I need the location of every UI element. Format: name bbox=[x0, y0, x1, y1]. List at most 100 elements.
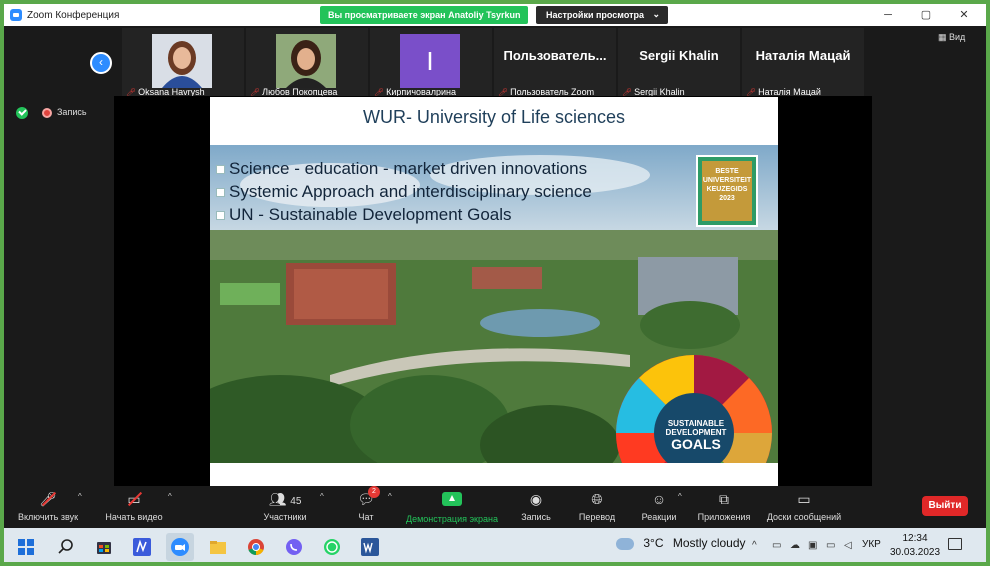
shared-screen: WUR- University of Life sciences Science… bbox=[114, 96, 872, 486]
apps-label: Приложения bbox=[697, 512, 751, 522]
badge-line: 2023 bbox=[719, 195, 735, 202]
zoom-app-icon bbox=[10, 9, 22, 21]
participants-options-caret[interactable]: ^ bbox=[320, 492, 324, 501]
chevron-up-icon[interactable]: ^ bbox=[752, 540, 757, 551]
weather-description: Mostly cloudy bbox=[672, 536, 746, 550]
reactions-button[interactable]: ☺︎ Реакции ^ bbox=[636, 490, 682, 522]
badge-line: UNIVERSITEIT bbox=[702, 177, 752, 184]
chrome-icon bbox=[248, 539, 264, 556]
sdg-line: SUSTAINABLE bbox=[667, 419, 725, 428]
chat-options-caret[interactable]: ^ bbox=[388, 492, 392, 501]
reactions-options-caret[interactable]: ^ bbox=[678, 492, 682, 501]
participant-display-name: Пользователь... bbox=[503, 48, 607, 63]
participants-icon: 👥︎ 45 bbox=[268, 491, 302, 507]
emoji-icon: ☺︎ bbox=[651, 491, 667, 507]
store-icon bbox=[97, 542, 111, 554]
slide-bullet: Systemic Approach and interdisciplinary … bbox=[216, 182, 592, 202]
taskbar-app-zoom[interactable] bbox=[166, 533, 194, 561]
view-button[interactable]: ▦ Вид bbox=[938, 32, 965, 43]
search-button[interactable] bbox=[52, 533, 80, 561]
meeting-toolbar: 🎤︎ Включить звук ^ ▭ Начать видео ^ 👥︎ 4… bbox=[4, 486, 986, 528]
participants-button[interactable]: 👥︎ 45 Участники ^ bbox=[252, 490, 324, 522]
battery-icon[interactable]: ▭ bbox=[826, 540, 835, 551]
windows-logo-icon bbox=[18, 539, 34, 555]
taskbar-app-word[interactable] bbox=[356, 533, 384, 561]
zoom-icon bbox=[171, 538, 189, 556]
windows-taskbar: 3°C Mostly cloudy ^ ▭ ☁︎ ▣ ▭ ◁ УКР 12:34… bbox=[4, 528, 986, 562]
taskbar-app-viber[interactable] bbox=[280, 533, 308, 561]
share-banner: Вы просматриваете экран Anatoliy Tsyrkun bbox=[320, 6, 529, 24]
view-options-dropdown[interactable]: Настройки просмотра ⌄ bbox=[536, 6, 668, 24]
participant-tile[interactable]: Sergii Khalin 🎤︎ Sergii Khalin bbox=[618, 28, 740, 98]
notification-icon[interactable] bbox=[948, 538, 962, 550]
slide-bullet: UN - Sustainable Development Goals bbox=[216, 205, 592, 225]
taskbar-app-whiteboard[interactable] bbox=[128, 533, 156, 561]
security-shield-icon[interactable] bbox=[16, 107, 28, 119]
language-indicator[interactable]: УКР bbox=[862, 539, 881, 550]
translate-button[interactable]: 🌐︎ Перевод bbox=[574, 490, 620, 522]
participant-tile[interactable]: 🎤︎ Любов Покопцева bbox=[246, 28, 368, 98]
sdg-text: SUSTAINABLE DEVELOPMENT GOALS bbox=[660, 419, 732, 451]
presentation-slide: WUR- University of Life sciences Science… bbox=[210, 97, 778, 486]
recording-label: Запись bbox=[57, 107, 87, 117]
sdg-goals: GOALS bbox=[671, 436, 721, 452]
participant-gallery: ‹ 🎤︎ Oksana Havrysh 🎤︎ Любов Покопцева I 🎤… bbox=[4, 26, 986, 98]
record-label: Запись bbox=[521, 512, 551, 522]
participant-tile[interactable]: Пользователь... 🎤︎ Пользователь Zoom bbox=[494, 28, 616, 98]
slide-bullet: Science - education - market driven inno… bbox=[216, 159, 592, 179]
participant-display-name: Наталія Мацай bbox=[755, 48, 851, 63]
participants-label: Участники bbox=[263, 512, 307, 522]
whiteboards-label: Доски сообщений bbox=[766, 512, 842, 522]
share-screen-button[interactable]: Демонстрация экрана bbox=[402, 490, 502, 524]
participant-tile[interactable]: Наталія Мацай 🎤︎ Наталія Мацай bbox=[742, 28, 864, 98]
onedrive-cloud-icon[interactable]: ☁︎ bbox=[790, 540, 800, 551]
record-button[interactable]: ◉ Запись bbox=[516, 490, 556, 522]
gallery-prev-button[interactable]: ‹ bbox=[90, 52, 112, 74]
start-video-button[interactable]: ▭ Начать видео ^ bbox=[96, 490, 172, 522]
slide-footer bbox=[210, 463, 778, 486]
unmute-label: Включить звук bbox=[17, 512, 79, 522]
apps-button[interactable]: ⧉ Приложения bbox=[694, 490, 754, 522]
minimize-button[interactable]: ─ bbox=[870, 4, 906, 26]
participant-tile[interactable]: 🎤︎ Oksana Havrysh bbox=[122, 28, 244, 98]
participant-display-name: Sergii Khalin bbox=[639, 48, 719, 63]
microphone-muted-icon: 🎤︎ bbox=[28, 490, 68, 508]
chat-button[interactable]: 💬︎ 2 Чат ^ bbox=[346, 486, 392, 522]
chat-unread-badge: 2 bbox=[368, 486, 380, 498]
view-label: Вид bbox=[949, 32, 966, 42]
translate-label: Перевод bbox=[578, 512, 616, 522]
apps-icon: ⧉ bbox=[719, 491, 729, 507]
start-button[interactable] bbox=[12, 533, 40, 561]
network-icon[interactable]: ▣ bbox=[808, 540, 817, 551]
window-title: Zoom Конференция bbox=[27, 9, 120, 21]
badge-label: BESTE UNIVERSITEIT KEUZEGIDS 2023 bbox=[700, 167, 754, 203]
grid-icon: ▦ bbox=[938, 32, 950, 42]
taskbar-app-whatsapp[interactable] bbox=[318, 533, 346, 561]
beste-universiteit-badge: BESTE UNIVERSITEIT KEUZEGIDS 2023 bbox=[696, 155, 758, 227]
record-icon: ◉ bbox=[529, 491, 543, 507]
taskbar-clock[interactable]: 12:34 30.03.2023 bbox=[890, 532, 940, 560]
unmute-button[interactable]: 🎤︎ Включить звук ^ bbox=[12, 490, 84, 522]
badge-line: BESTE bbox=[715, 168, 739, 175]
volume-icon[interactable]: ◁ bbox=[844, 540, 852, 551]
recording-icon bbox=[42, 108, 52, 118]
taskbar-app-explorer[interactable] bbox=[204, 533, 232, 561]
badge-line: KEUZEGIDS bbox=[706, 186, 748, 193]
audio-options-caret[interactable]: ^ bbox=[78, 492, 82, 501]
start-video-label: Начать видео bbox=[105, 512, 163, 522]
video-options-caret[interactable]: ^ bbox=[168, 492, 172, 501]
taskbar-app-store[interactable] bbox=[90, 533, 118, 561]
taskbar-app-chrome[interactable] bbox=[242, 533, 270, 561]
share-screen-icon bbox=[432, 492, 472, 510]
whiteboards-button[interactable]: ▭ Доски сообщений bbox=[762, 490, 846, 522]
maximize-button[interactable]: ▢ bbox=[908, 4, 944, 26]
participant-photo bbox=[152, 34, 212, 88]
slide-bullets: Science - education - market driven inno… bbox=[216, 159, 592, 228]
view-options-label: Настройки просмотра bbox=[546, 10, 645, 20]
leave-button[interactable]: Выйти bbox=[922, 496, 968, 516]
chat-icon: 💬︎ 2 bbox=[346, 486, 386, 508]
weather-widget[interactable]: 3°C Mostly cloudy bbox=[616, 536, 746, 550]
close-button[interactable]: ✕ bbox=[946, 4, 982, 26]
participant-tile[interactable]: I 🎤︎ Кирпичовалрина bbox=[370, 28, 492, 98]
meet-now-icon[interactable]: ▭ bbox=[772, 540, 781, 551]
